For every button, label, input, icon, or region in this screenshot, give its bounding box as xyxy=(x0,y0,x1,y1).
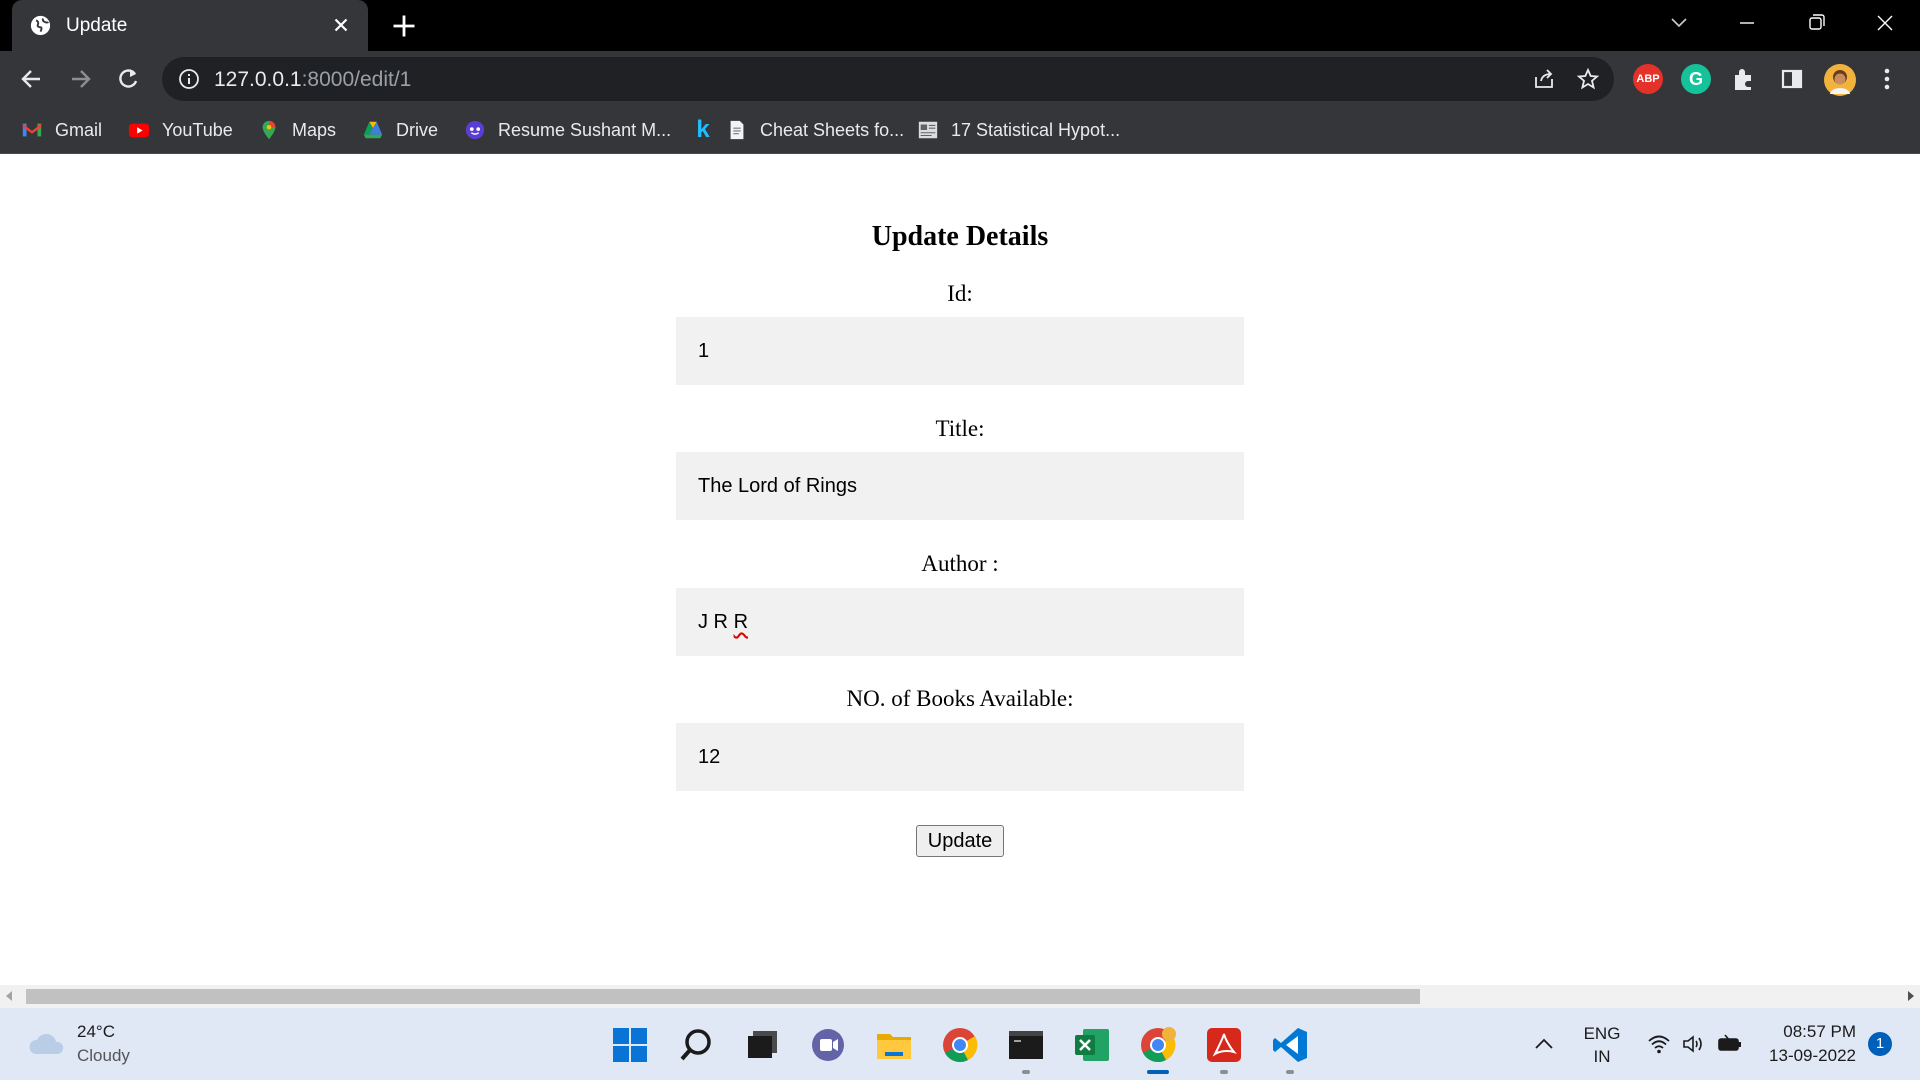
page-content: Update Details Id: 1 Title: The Lord of … xyxy=(0,155,1920,985)
address-bar[interactable]: 127.0.0.1:8000/edit/1 xyxy=(162,57,1614,101)
resume-icon xyxy=(465,120,485,140)
minimize-icon[interactable] xyxy=(1727,8,1767,38)
task-view-icon[interactable] xyxy=(743,1026,781,1064)
battery-icon[interactable] xyxy=(1717,1032,1743,1056)
id-field[interactable]: 1 xyxy=(676,317,1244,385)
author-label: Author : xyxy=(921,551,999,576)
bookmark-maps[interactable]: Maps xyxy=(258,117,336,143)
browser-toolbar: 127.0.0.1:8000/edit/1 ABP G xyxy=(0,51,1920,107)
menu-kebab-icon[interactable] xyxy=(1872,64,1902,94)
url-text[interactable]: 127.0.0.1:8000/edit/1 xyxy=(214,68,411,92)
vscode-running-indicator xyxy=(1286,1070,1294,1074)
extensions-icon[interactable] xyxy=(1729,64,1759,94)
globe-icon xyxy=(30,15,51,36)
bookmark-youtube[interactable]: YouTube xyxy=(128,117,233,143)
scroll-left-arrow-icon[interactable] xyxy=(6,991,12,1001)
language-code[interactable]: ENG xyxy=(1580,1024,1624,1044)
weather-temp: 24°C xyxy=(77,1022,115,1041)
books-available-label: NO. of Books Available: xyxy=(846,686,1074,711)
gmail-icon xyxy=(22,123,42,137)
restore-icon[interactable] xyxy=(1796,8,1836,38)
author-value: J R xyxy=(698,611,734,633)
weather-condition: Cloudy xyxy=(77,1046,130,1065)
bookmark-gmail[interactable]: Gmail xyxy=(21,117,102,143)
chrome-profile-icon[interactable] xyxy=(1139,1026,1177,1064)
bookmark-resume[interactable]: Resume Sushant M... xyxy=(464,117,671,143)
terminal-icon[interactable] xyxy=(1007,1026,1045,1064)
page-title: Update Details xyxy=(871,221,1049,252)
side-panel-icon[interactable] xyxy=(1777,64,1807,94)
grammarly-icon[interactable]: G xyxy=(1681,64,1711,94)
spellcheck-word: R xyxy=(733,611,749,633)
chevron-up-icon[interactable] xyxy=(1533,1036,1555,1052)
k-icon: k xyxy=(696,116,710,143)
acrobat-running-indicator xyxy=(1220,1070,1228,1074)
back-icon[interactable] xyxy=(18,65,46,93)
search-icon[interactable] xyxy=(677,1026,715,1064)
scroll-right-arrow-icon[interactable] xyxy=(1908,991,1914,1001)
new-tab-icon[interactable] xyxy=(390,12,418,40)
site-info-icon[interactable] xyxy=(178,68,200,90)
profile-avatar[interactable] xyxy=(1824,64,1856,96)
tab-search-icon[interactable] xyxy=(1659,8,1699,38)
volume-icon[interactable] xyxy=(1681,1032,1705,1056)
windows-taskbar: 24°C Cloudy ENG IN 08:57 PM 13-09-2022 1 xyxy=(0,1008,1920,1080)
tab-strip: Update xyxy=(0,0,1920,51)
vscode-icon[interactable] xyxy=(1271,1026,1309,1064)
maps-icon xyxy=(262,120,276,140)
forward-icon[interactable] xyxy=(66,65,94,93)
notification-badge[interactable]: 1 xyxy=(1868,1032,1892,1056)
document-icon xyxy=(730,120,744,140)
drive-icon xyxy=(363,121,383,139)
scrollbar-thumb[interactable] xyxy=(26,989,1420,1004)
close-window-icon[interactable] xyxy=(1865,8,1905,38)
close-tab-icon[interactable] xyxy=(330,14,352,36)
excel-icon[interactable] xyxy=(1073,1026,1111,1064)
clock-time[interactable]: 08:57 PM xyxy=(1760,1022,1856,1042)
cloud-icon xyxy=(29,1033,64,1054)
tab-title: Update xyxy=(66,15,128,36)
bookmark-statistical[interactable]: 17 Statistical Hypot... xyxy=(917,117,1120,143)
terminal-running-indicator xyxy=(1022,1070,1030,1074)
update-button[interactable]: Update xyxy=(916,825,1004,857)
person-icon xyxy=(1830,70,1850,94)
bookmark-k[interactable]: k xyxy=(692,117,726,143)
title-label: Title: xyxy=(935,416,985,441)
chrome-icon[interactable] xyxy=(941,1026,979,1064)
bookmark-cheat-sheets[interactable]: Cheat Sheets fo... xyxy=(726,117,904,143)
author-field[interactable]: J R R xyxy=(676,588,1244,656)
clock-date[interactable]: 13-09-2022 xyxy=(1756,1046,1856,1066)
share-icon[interactable] xyxy=(1532,67,1556,91)
teams-chat-icon[interactable] xyxy=(809,1026,847,1064)
language-region[interactable]: IN xyxy=(1580,1047,1624,1067)
bookmarks-bar: Gmail YouTube Maps Drive Resume Sushant … xyxy=(0,107,1920,154)
acrobat-icon[interactable] xyxy=(1205,1026,1243,1064)
id-label: Id: xyxy=(947,281,973,306)
horizontal-scrollbar[interactable] xyxy=(0,985,1920,1008)
bookmark-drive[interactable]: Drive xyxy=(362,117,438,143)
file-explorer-icon[interactable] xyxy=(875,1026,913,1064)
title-field[interactable]: The Lord of Rings xyxy=(676,452,1244,520)
bookmark-star-icon[interactable] xyxy=(1576,67,1600,91)
wifi-icon[interactable] xyxy=(1647,1032,1671,1056)
books-available-field[interactable]: 12 xyxy=(676,723,1244,791)
reload-icon[interactable] xyxy=(114,65,142,93)
chrome-active-indicator xyxy=(1147,1070,1169,1074)
windows-start-icon[interactable] xyxy=(611,1026,649,1064)
image-icon xyxy=(918,121,938,139)
tab-update[interactable]: Update xyxy=(12,0,368,51)
youtube-icon xyxy=(128,123,150,138)
adblock-icon[interactable]: ABP xyxy=(1633,64,1663,94)
